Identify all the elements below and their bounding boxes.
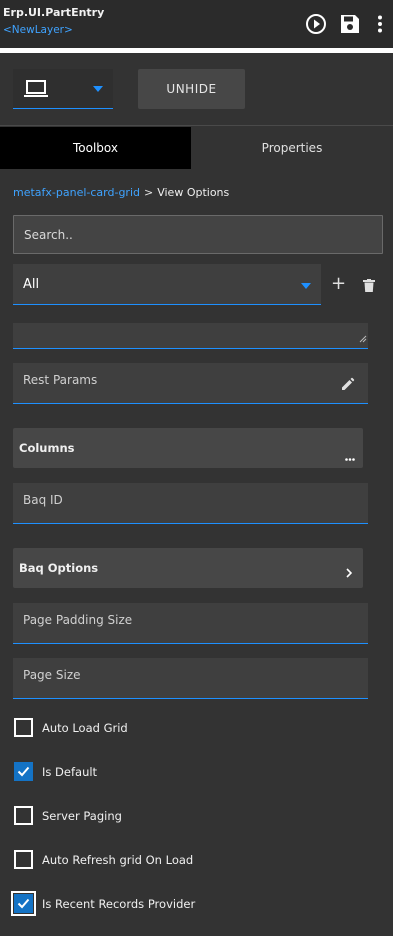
filter-select[interactable]: All — [13, 264, 321, 305]
add-icon[interactable]: + — [331, 275, 346, 293]
more-vertical-icon[interactable] — [368, 12, 392, 36]
chevron-down-icon — [93, 86, 103, 92]
checkbox-label: Auto Load Grid — [42, 721, 128, 735]
breadcrumb-parent-link[interactable]: metafx-panel-card-grid — [13, 186, 140, 199]
columns-label: Columns — [19, 441, 75, 455]
columns-panel[interactable]: Columns — [13, 428, 363, 468]
checkbox-label: Auto Refresh grid On Load — [42, 853, 194, 867]
checkbox-label: Is Default — [42, 765, 98, 779]
page-size-field[interactable]: Page Size — [13, 658, 368, 699]
checkbox[interactable] — [14, 806, 33, 825]
checkbox-label: Is Recent Records Provider — [42, 897, 196, 911]
checkbox[interactable] — [14, 718, 33, 737]
ellipsis-icon[interactable] — [345, 446, 355, 465]
trash-icon[interactable] — [363, 277, 375, 296]
checkbox[interactable] — [14, 762, 33, 781]
app-header: Erp.UI.PartEntry <NewLayer> — [0, 0, 393, 48]
layer-link[interactable]: <NewLayer> — [3, 24, 73, 36]
text-area[interactable] — [13, 323, 368, 349]
rest-params-label: Rest Params — [23, 373, 98, 387]
baq-options-label: Baq Options — [19, 561, 99, 575]
breadcrumb-current: View Options — [157, 186, 230, 199]
chevron-right-icon[interactable] — [346, 563, 353, 582]
checkmark-icon — [17, 766, 30, 777]
divider — [0, 125, 393, 126]
app-title: Erp.UI.PartEntry — [3, 6, 105, 19]
laptop-icon — [24, 80, 48, 102]
baq-id-field[interactable]: Baq ID — [13, 483, 368, 524]
resize-grip-icon[interactable] — [359, 328, 367, 347]
device-select[interactable] — [13, 69, 113, 109]
save-icon[interactable] — [338, 12, 362, 36]
header-divider — [0, 48, 393, 53]
tab-properties[interactable]: Properties — [191, 127, 393, 169]
page-padding-size-label: Page Padding Size — [23, 613, 133, 627]
search-input[interactable]: Search.. — [13, 215, 383, 254]
page-padding-size-field[interactable]: Page Padding Size — [13, 603, 368, 644]
rest-params-field[interactable]: Rest Params — [13, 363, 368, 404]
tab-toolbox[interactable]: Toolbox — [0, 127, 191, 169]
unhide-button[interactable]: UNHIDE — [138, 69, 245, 109]
breadcrumb: metafx-panel-card-grid > View Options — [13, 186, 229, 199]
checkbox[interactable] — [11, 891, 36, 916]
baq-options-panel[interactable]: Baq Options — [13, 548, 363, 588]
chevron-down-icon — [301, 283, 311, 289]
checkbox[interactable] — [14, 850, 33, 869]
filter-select-value: All — [23, 277, 40, 292]
page-size-label: Page Size — [23, 668, 81, 682]
play-icon[interactable] — [304, 12, 328, 36]
breadcrumb-separator: > — [144, 186, 154, 199]
checkmark-icon — [17, 898, 30, 909]
pencil-icon[interactable] — [341, 376, 355, 395]
baq-id-label: Baq ID — [23, 493, 63, 507]
checkbox-label: Server Paging — [42, 809, 122, 823]
